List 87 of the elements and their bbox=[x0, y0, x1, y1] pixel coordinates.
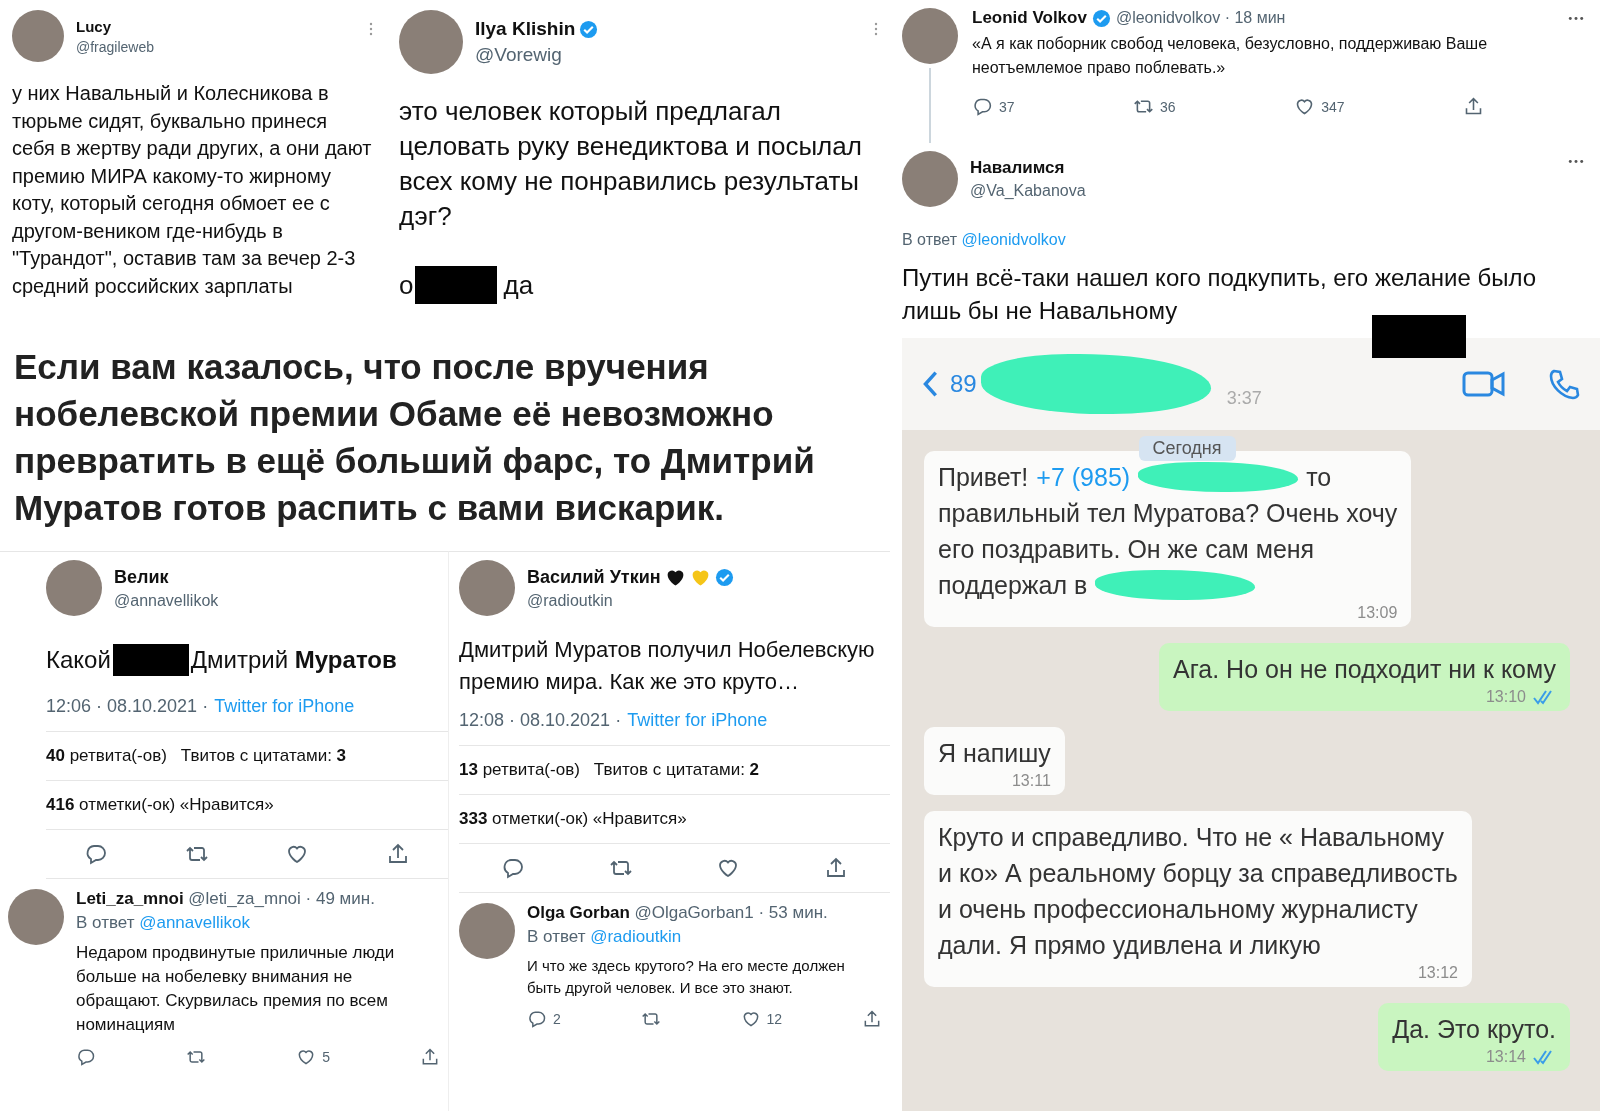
author-handle: @leti_za_mnoi · 49 мин. bbox=[188, 889, 375, 908]
tweet-text: «А я как поборник свобод человека, безусловно, поддерживаю Ваше неотъемлемое право поблевать.» bbox=[972, 34, 1489, 78]
like-count: 333 отметки(-ок) «Нравится» bbox=[459, 809, 687, 829]
reply-icon bbox=[76, 1047, 96, 1067]
author-handle: @radioutkin bbox=[527, 591, 614, 610]
message-text: Дмитрий Муратов получил Нобелевскую премию мира. Как же это круто… bbox=[459, 637, 875, 694]
retweet-count: 40 ретвита(-ов) bbox=[46, 746, 167, 766]
reply-icon bbox=[972, 96, 993, 117]
author-name: Навалимся bbox=[970, 158, 1066, 178]
message-text: о bbox=[399, 268, 414, 302]
message-text: Круто и справедливо. Что не « Навальному и ко» А реальному борцу за справедливость и очень профессиональному журналисту дали. Я прямо удивлена и ликую bbox=[938, 822, 1458, 961]
author-handle: @leonidvolkov · 18 мин bbox=[1115, 9, 1286, 27]
author-name: Lucy bbox=[76, 17, 111, 35]
quote-count: Твитов с цитатами: 2 bbox=[593, 760, 760, 780]
author-name: Велик bbox=[114, 566, 169, 588]
more-icon[interactable] bbox=[1568, 16, 1584, 21]
share-icon bbox=[420, 1047, 440, 1067]
message-time: 13:14 bbox=[1485, 1047, 1526, 1067]
message-text: Привет! bbox=[938, 462, 1029, 493]
reply-button[interactable]: 2 bbox=[527, 1009, 561, 1029]
avatar bbox=[459, 903, 515, 959]
more-icon[interactable] bbox=[1568, 159, 1584, 164]
mention-link[interactable]: @radioutkin bbox=[590, 927, 682, 946]
author-handle: @OlgaGorban1 · 53 мин. bbox=[634, 903, 828, 922]
reply-icon bbox=[527, 1009, 547, 1029]
author-handle: @fragileweb bbox=[76, 38, 156, 55]
message-text: 89 bbox=[950, 370, 977, 398]
message-text: у них Навальный и Колесникова в тюрьме сидят, буквально принеся себя в жертву ради других, а они дают премию МИРА какому-то жирному коту, который сегодня обмоет ее с другом-веником где-нибудь в "Турандот", оставив там за вечер 2-3 средний российских зарплаты bbox=[12, 82, 372, 297]
avatar bbox=[46, 560, 102, 616]
avatar bbox=[902, 8, 958, 64]
message-text: Дмитрий Муратов bbox=[190, 645, 397, 675]
message-text: поддержал в bbox=[938, 570, 1088, 601]
author-name: Leonid Volkov bbox=[972, 8, 1087, 28]
mention-link[interactable]: @annavellikok bbox=[139, 913, 250, 932]
like-button[interactable]: 5 bbox=[296, 1047, 330, 1067]
message-text: Да. Это круто. bbox=[1392, 1014, 1556, 1045]
message-time: 13:11 bbox=[1011, 771, 1051, 791]
message-text: Ага. Но он не подходит ни к кому bbox=[1173, 654, 1556, 685]
timestamp: 12:06 · 08.10.2021 · bbox=[46, 696, 209, 717]
message-text: правильный тел Муратова? Очень хочу bbox=[938, 498, 1398, 529]
reply-label: В ответ bbox=[76, 913, 135, 932]
message-text: Я напишу bbox=[938, 738, 1051, 769]
avatar bbox=[459, 560, 515, 616]
timestamp: 12:08 · 08.10.2021 · bbox=[459, 710, 622, 731]
reply-text: И что же здесь крутого? На его месте должен быть другой человек. И все это знают. bbox=[527, 956, 846, 998]
message-time: 13:10 bbox=[1485, 687, 1526, 707]
tweet-text: Путин всё-таки нашел кого подкупить, его желание было лишь бы не Навальному bbox=[902, 263, 1538, 326]
message-time: 13:12 bbox=[1417, 963, 1458, 983]
like-button[interactable]: 12 bbox=[740, 1009, 783, 1029]
reply-label: В ответ bbox=[902, 231, 957, 248]
author-name: Olga Gorban bbox=[527, 903, 630, 922]
avatar bbox=[902, 151, 958, 207]
share-button[interactable] bbox=[862, 1009, 882, 1029]
message-time: 13:09 bbox=[1357, 603, 1398, 623]
message-text: Какой bbox=[46, 645, 111, 675]
avatar bbox=[8, 889, 64, 945]
author-name: Leti_za_mnoi bbox=[76, 889, 184, 908]
date-chip: Сегодня bbox=[1138, 436, 1236, 461]
author-handle: @Va_Kabanova bbox=[970, 182, 1087, 200]
headline-text: Если вам казалось, что после вручения нобелевской премии Обаме её невозможно превратить в ещё больший фарс, то Дмитрий Муратов готов распить с вами вискарик. bbox=[13, 346, 816, 529]
message-text: его поздравить. Он же сам меня bbox=[938, 534, 1315, 565]
quote-count: Твитов с цитатами: 3 bbox=[180, 746, 347, 766]
message-text: это человек который предлагал целовать руку венедиктова и посылал всех кому не понравились результаты дэг? bbox=[399, 96, 862, 231]
author-name: Ilya Klishin bbox=[475, 18, 576, 40]
retweet-button[interactable]: 36 bbox=[1133, 96, 1176, 117]
reply-button[interactable] bbox=[76, 1047, 96, 1067]
like-button[interactable]: 347 bbox=[1294, 96, 1345, 117]
share-button[interactable] bbox=[420, 1047, 440, 1067]
last-seen-time: 3:37 bbox=[1226, 387, 1262, 409]
phone-icon[interactable] bbox=[1548, 368, 1580, 400]
author-handle: @Vorewig bbox=[475, 44, 563, 66]
reply-label: В ответ bbox=[527, 927, 586, 946]
message-text: то bbox=[1306, 462, 1332, 493]
reply-text: Недаром продвинутые приличные люди больше на нобелевку внимания не обращают. Скурвилась премия по всем номинациям bbox=[76, 942, 396, 1036]
author-handle: @annavellikok bbox=[114, 591, 220, 610]
reply-icon bbox=[84, 842, 109, 866]
avatar bbox=[12, 10, 64, 62]
like-count: 416 отметки(-ок) «Нравится» bbox=[46, 795, 274, 815]
author-name: Василий Уткин bbox=[527, 566, 661, 588]
reply-button[interactable]: 37 bbox=[972, 96, 1015, 117]
message-text: да bbox=[503, 268, 534, 302]
video-call-icon[interactable] bbox=[1462, 369, 1506, 399]
share-icon bbox=[862, 1009, 882, 1029]
mention-link[interactable]: @leonidvolkov bbox=[961, 231, 1066, 248]
back-icon[interactable] bbox=[922, 370, 938, 398]
reply-button[interactable] bbox=[84, 842, 109, 866]
retweet-count: 13 ретвита(-ов) bbox=[459, 760, 580, 780]
